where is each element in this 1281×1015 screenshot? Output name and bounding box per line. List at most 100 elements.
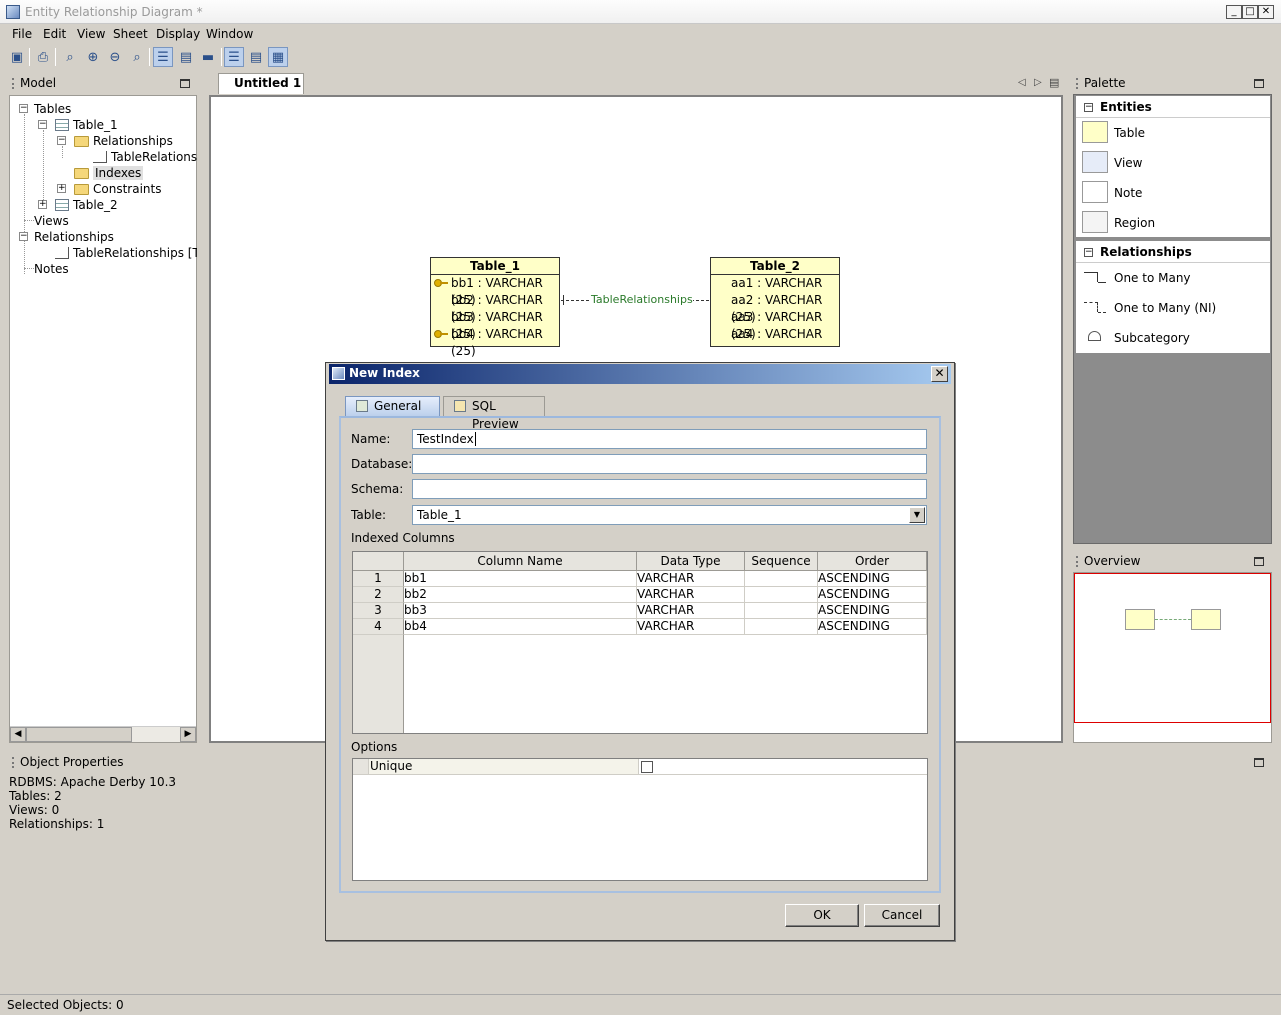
zoom-out-icon[interactable]: ⊖ — [105, 47, 125, 67]
tree-relationships[interactable]: Relationships — [74, 133, 173, 149]
expand-table2-icon[interactable]: + — [38, 200, 47, 209]
tree-relationships-root[interactable]: Relationships — [34, 229, 114, 245]
entity-table2[interactable]: Table_2 aa1 : VARCHAR aa2 : VARCHAR (25)… — [710, 257, 840, 347]
tab-prev-icon[interactable]: ◁ — [1018, 77, 1026, 88]
menu-display[interactable]: Display — [156, 27, 200, 41]
print-icon[interactable]: ⎙ — [33, 47, 53, 67]
entity-table1[interactable]: Table_1 bb1 : VARCHAR (25) bb2 : VARCHAR… — [430, 257, 560, 358]
show-keys-icon[interactable]: ▤ — [176, 47, 196, 67]
grid-cell-seq[interactable] — [745, 587, 818, 603]
palette-subcategory[interactable]: Subcategory — [1076, 323, 1270, 353]
schema-input[interactable] — [412, 479, 927, 499]
menu-edit[interactable]: Edit — [43, 27, 66, 41]
palette-region[interactable]: Region — [1076, 208, 1270, 237]
grid-cell-order[interactable]: ASCENDING — [818, 603, 927, 619]
palette-one-to-many-ni[interactable]: One to Many (NI) — [1076, 293, 1270, 323]
tab-sql-preview[interactable]: SQL Preview — [443, 396, 545, 431]
zoom-fit-icon[interactable]: ⌕ — [60, 47, 80, 67]
row-number[interactable]: 1 — [353, 571, 404, 587]
tab-list-icon[interactable]: ▤ — [1049, 76, 1059, 89]
logical-view-icon[interactable]: ☰ — [224, 47, 244, 67]
restore-icon[interactable] — [1254, 758, 1264, 767]
grid-cell-order[interactable]: ASCENDING — [818, 571, 927, 587]
indexed-columns-grid[interactable]: Column Name Data Type Sequence Order 1 bb… — [352, 551, 928, 734]
grid-cell-seq[interactable] — [745, 603, 818, 619]
tab-untitled-1[interactable]: Untitled 1 — [218, 73, 304, 94]
palette-view[interactable]: View — [1076, 148, 1270, 178]
show-columns-icon[interactable]: ☰ — [153, 47, 173, 67]
scroll-right-icon[interactable]: ▶ — [180, 727, 196, 742]
chevron-down-icon[interactable]: ▼ — [909, 507, 925, 523]
zoom-in-icon[interactable]: ⊕ — [83, 47, 103, 67]
tree-views[interactable]: Views — [34, 213, 69, 229]
overview-viewport[interactable] — [1074, 573, 1271, 723]
grid-cell-seq[interactable] — [745, 571, 818, 587]
save-icon[interactable]: ▣ — [7, 47, 27, 67]
scroll-thumb[interactable] — [26, 727, 132, 742]
unique-checkbox[interactable] — [641, 761, 653, 773]
grid-cell-name[interactable]: bb3 — [404, 603, 637, 619]
tree-scrollbar[interactable]: ◀ ▶ — [10, 726, 196, 742]
col-header-order[interactable]: Order — [818, 552, 927, 571]
tree-table1[interactable]: Table_1 — [55, 117, 118, 133]
menu-view[interactable]: View — [77, 27, 105, 41]
grid-cell-name[interactable]: bb4 — [404, 619, 637, 635]
tree-tables[interactable]: Tables — [34, 101, 71, 117]
restore-icon[interactable] — [180, 79, 190, 88]
menu-sheet[interactable]: Sheet — [113, 27, 148, 41]
grid-cell-type[interactable]: VARCHAR — [637, 603, 745, 619]
col-header-name[interactable]: Column Name — [404, 552, 637, 571]
collapse-relationships-icon[interactable]: − — [57, 136, 66, 145]
restore-icon[interactable] — [1254, 557, 1264, 566]
menu-file[interactable]: File — [12, 27, 32, 41]
row-number[interactable]: 4 — [353, 619, 404, 635]
grid-cell-type[interactable]: VARCHAR — [637, 619, 745, 635]
minimize-button[interactable]: _ — [1226, 5, 1242, 19]
close-button[interactable]: ✕ — [1258, 5, 1274, 19]
restore-icon[interactable] — [1254, 79, 1264, 88]
grid-cell-order[interactable]: ASCENDING — [818, 587, 927, 603]
tab-next-icon[interactable]: ▷ — [1034, 77, 1042, 88]
maximize-button[interactable]: □ — [1242, 5, 1258, 19]
col-header-type[interactable]: Data Type — [637, 552, 745, 571]
show-name-icon[interactable]: ▬ — [198, 47, 218, 67]
tree-table-relationships[interactable]: TableRelationships — [93, 149, 197, 165]
palette-table[interactable]: Table — [1076, 118, 1270, 148]
ok-button[interactable]: OK — [785, 904, 859, 927]
palette-entities-header[interactable]: − Entities — [1076, 96, 1270, 118]
grid-cell-name[interactable]: bb1 — [404, 571, 637, 587]
dialog-close-button[interactable]: ✕ — [931, 366, 948, 382]
grid-cell-seq[interactable] — [745, 619, 818, 635]
grid-cell-type[interactable]: VARCHAR — [637, 587, 745, 603]
diagram-view-icon[interactable]: ▦ — [268, 47, 288, 67]
row-number[interactable]: 3 — [353, 603, 404, 619]
relationship-label[interactable]: TableRelationships — [591, 293, 693, 306]
col-header-sequence[interactable]: Sequence — [745, 552, 818, 571]
tree-table2[interactable]: Table_2 — [55, 197, 118, 213]
row-number[interactable]: 2 — [353, 587, 404, 603]
collapse-tables-icon[interactable]: − — [19, 104, 28, 113]
cancel-button[interactable]: Cancel — [864, 904, 940, 927]
palette-one-to-many[interactable]: One to Many — [1076, 263, 1270, 293]
tree-constraints[interactable]: Constraints — [74, 181, 161, 197]
overview-body[interactable] — [1073, 572, 1272, 743]
tab-general[interactable]: General — [345, 396, 440, 416]
grid-cell-order[interactable]: ASCENDING — [818, 619, 927, 635]
tree-indexes[interactable]: Indexes — [74, 165, 144, 181]
collapse-relationships-root-icon[interactable]: − — [19, 232, 28, 241]
physical-view-icon[interactable]: ▤ — [246, 47, 266, 67]
grid-cell-name[interactable]: bb2 — [404, 587, 637, 603]
palette-relationships-header[interactable]: − Relationships — [1076, 241, 1270, 263]
tree-notes[interactable]: Notes — [34, 261, 69, 277]
expand-constraints-icon[interactable]: + — [57, 184, 66, 193]
tree-table-relationships-full[interactable]: TableRelationships [Table_ — [55, 245, 197, 261]
palette-note[interactable]: Note — [1076, 178, 1270, 208]
zoom-actual-icon[interactable]: ⌕ — [127, 47, 147, 67]
name-input[interactable]: TestIndex — [412, 429, 927, 449]
collapse-table1-icon[interactable]: − — [38, 120, 47, 129]
scroll-left-icon[interactable]: ◀ — [10, 727, 26, 742]
database-input[interactable] — [412, 454, 927, 474]
unique-cell[interactable] — [639, 759, 927, 775]
grid-cell-type[interactable]: VARCHAR — [637, 571, 745, 587]
menu-window[interactable]: Window — [206, 27, 253, 41]
